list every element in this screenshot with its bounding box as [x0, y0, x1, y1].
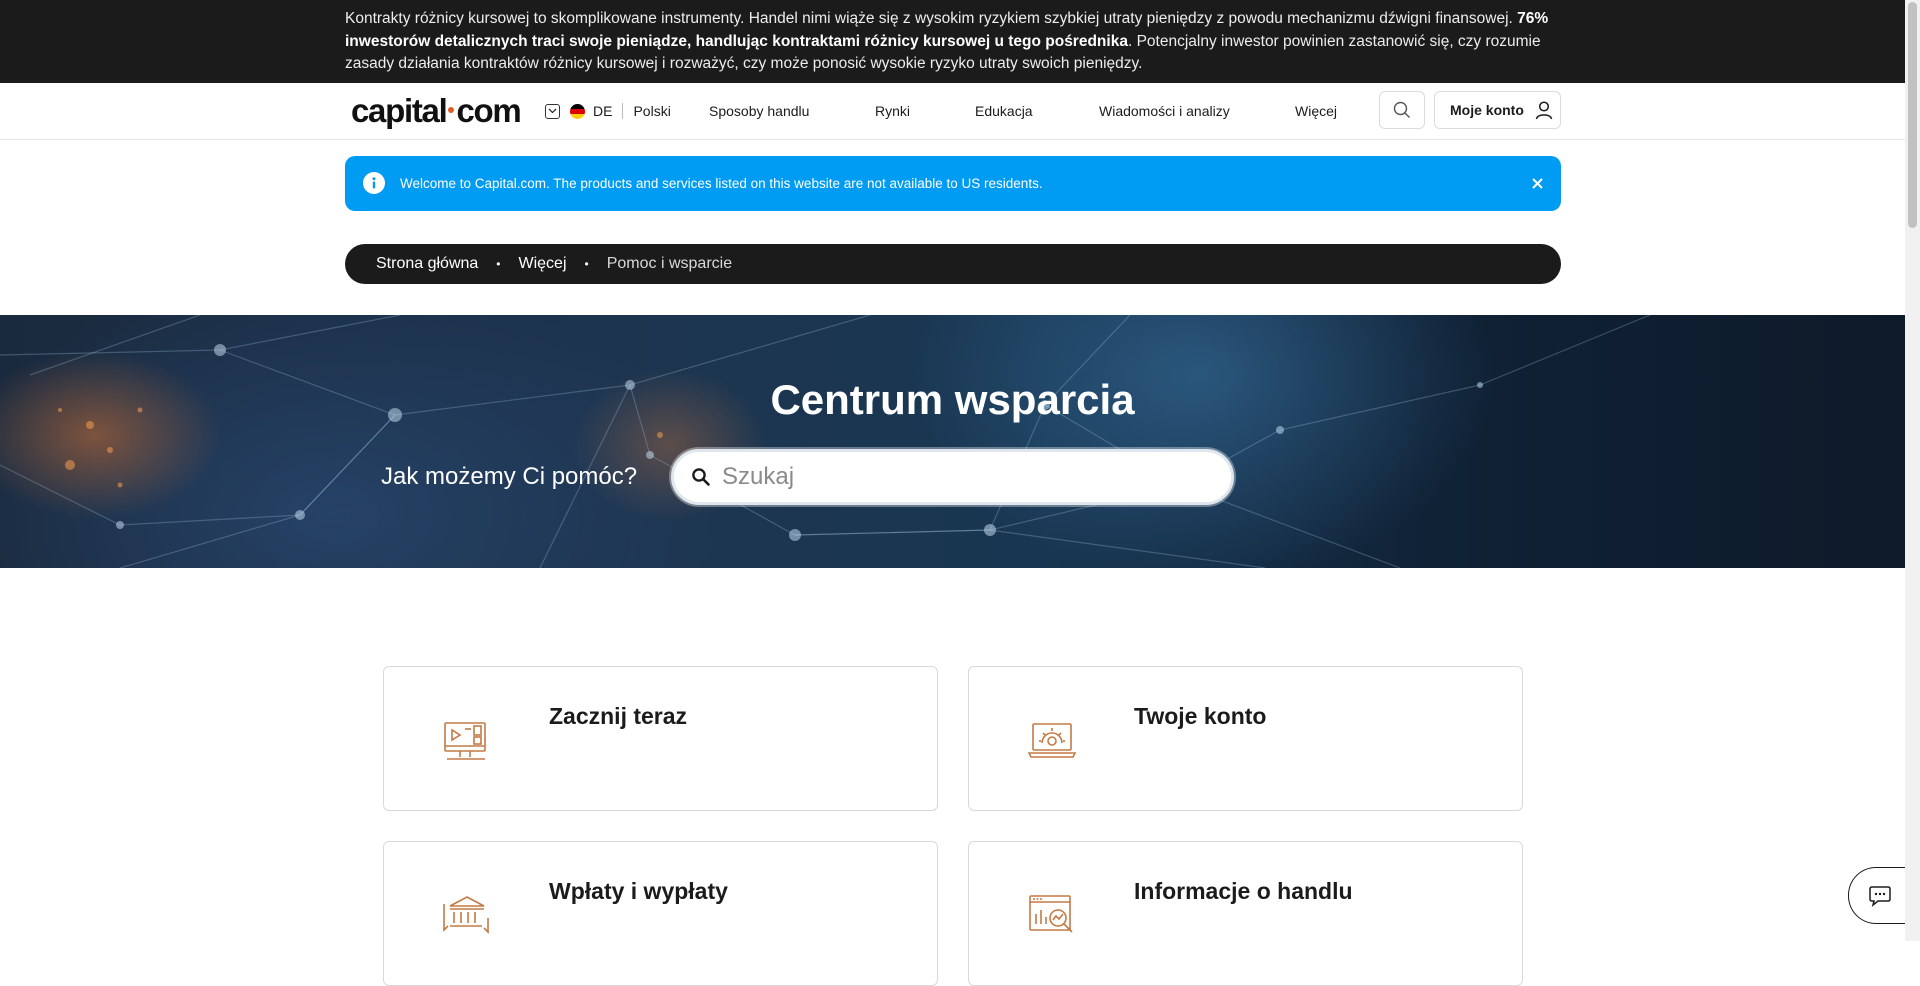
logo-text-right: com	[456, 92, 521, 129]
search-prompt-label: Jak możemy Ci pomóc?	[381, 463, 638, 490]
breadcrumb-home[interactable]: Strona główna	[376, 255, 478, 273]
divider	[622, 103, 624, 119]
search-icon	[690, 466, 712, 488]
support-search-box[interactable]	[671, 449, 1234, 505]
laptop-settings-icon	[1027, 723, 1077, 758]
card-informacje-o-handlu[interactable]: Informacje o handlu	[968, 841, 1523, 986]
language-label: Polski	[633, 103, 671, 119]
chat-icon	[1869, 885, 1891, 907]
search-icon	[1393, 101, 1410, 118]
chevron-down-icon	[545, 103, 560, 119]
network-background-graphic	[0, 315, 1651, 568]
live-chat-button[interactable]	[1848, 867, 1905, 924]
us-residents-info-banner: Welcome to Capital.com. The products and…	[345, 156, 1561, 211]
card-title: Twoje konto	[1134, 703, 1267, 729]
breadcrumb-current: Pomoc i wsparcie	[606, 255, 733, 272]
risk-warning-bar: Kontrakty różnicy kursowej to skomplikow…	[0, 0, 1905, 83]
logo-dot	[448, 106, 455, 113]
close-icon[interactable]	[1528, 174, 1546, 192]
info-icon	[363, 172, 385, 194]
capital-com-logo[interactable]: capital com	[351, 91, 522, 131]
page-scrollbar[interactable]	[1905, 0, 1920, 941]
page-title: Centrum wsparcia	[770, 376, 1135, 423]
logo-text-left: capital	[351, 92, 448, 129]
language-selector[interactable]: DE Polski	[545, 101, 671, 121]
header-search-button[interactable]	[1379, 91, 1425, 129]
support-search-input[interactable]	[720, 462, 1194, 492]
breadcrumb-separator: •	[584, 257, 589, 271]
nav-rynki[interactable]: Rynki	[875, 101, 910, 121]
germany-flag-icon	[570, 103, 585, 119]
nav-wiecej[interactable]: Więcej	[1295, 101, 1337, 121]
scrollbar-thumb[interactable]	[1908, 2, 1917, 228]
support-hero: Centrum wsparcia Jak możemy Ci pomóc?	[0, 315, 1905, 568]
card-title: Informacje o handlu	[1134, 878, 1353, 904]
breadcrumb-wiecej[interactable]: Więcej	[519, 255, 567, 273]
user-icon	[1535, 101, 1553, 120]
card-zacznij-teraz[interactable]: Zacznij teraz	[383, 666, 938, 811]
site-header: capital com DE Polski Sposoby handlu Rynk…	[0, 83, 1905, 140]
country-code: DE	[593, 103, 613, 119]
bank-transfer-icon	[443, 896, 489, 934]
risk-warning-part1: Kontrakty różnicy kursowej to skomplikow…	[345, 10, 1518, 27]
my-account-button[interactable]: Moje konto	[1434, 91, 1561, 129]
banner-text: Welcome to Capital.com. The products and…	[400, 176, 1043, 191]
card-title: Wpłaty i wypłaty	[549, 878, 728, 904]
chart-magnifier-icon	[1029, 895, 1073, 933]
breadcrumb: Strona główna • Więcej • Pomoc i wsparci…	[345, 244, 1561, 284]
nav-edukacja[interactable]: Edukacja	[975, 101, 1033, 121]
card-twoje-konto[interactable]: Twoje konto	[968, 666, 1523, 811]
nav-sposoby-handlu[interactable]: Sposoby handlu	[709, 101, 809, 121]
video-screen-icon	[444, 722, 486, 760]
card-title: Zacznij teraz	[549, 703, 688, 729]
risk-warning-text: Kontrakty różnicy kursowej to skomplikow…	[345, 8, 1553, 76]
nav-wiadomosci-i-analizy[interactable]: Wiadomości i analizy	[1099, 101, 1230, 121]
card-wplaty-i-wyplaty[interactable]: Wpłaty i wypłaty	[383, 841, 938, 986]
breadcrumb-separator: •	[496, 257, 501, 271]
my-account-label: Moje konto	[1450, 102, 1524, 118]
